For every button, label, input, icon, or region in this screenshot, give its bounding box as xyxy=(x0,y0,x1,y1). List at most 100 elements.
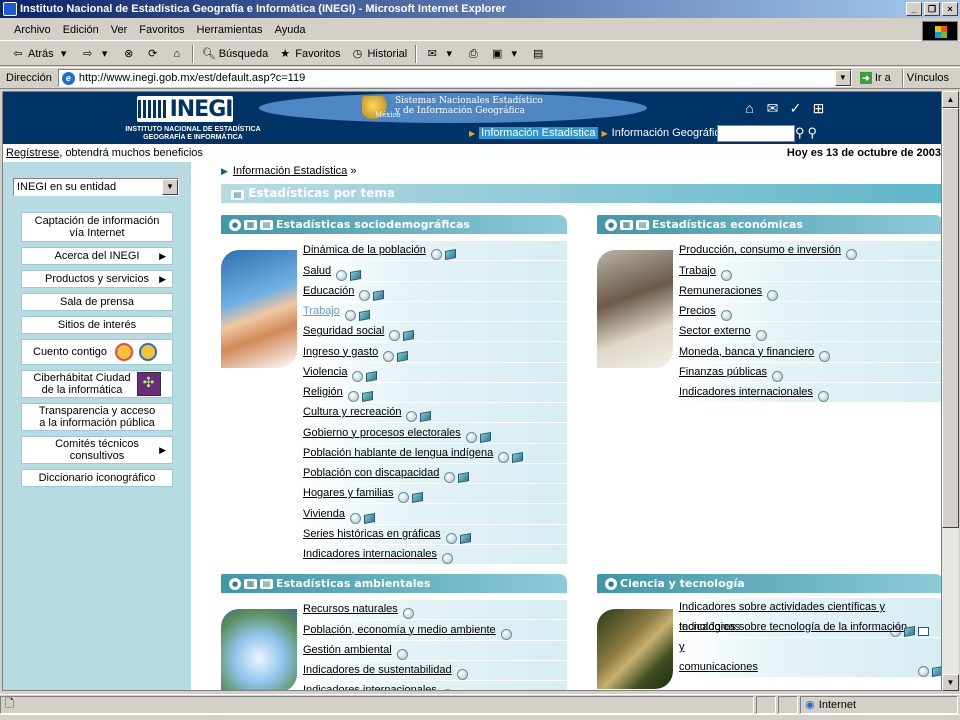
book-icon[interactable] xyxy=(458,472,470,483)
list-item[interactable]: Seguridad social xyxy=(299,321,567,343)
cd-icon[interactable] xyxy=(441,689,453,690)
list-item[interactable]: Trabajo xyxy=(299,301,567,322)
cd-icon[interactable] xyxy=(498,451,510,463)
check-icon[interactable]: ✓ xyxy=(787,100,804,117)
list-item-label[interactable]: Dinámica de la población xyxy=(303,240,426,260)
menu-herramientas[interactable]: Herramientas xyxy=(191,24,269,36)
list-item-label[interactable]: Series históricas en gráficas xyxy=(303,524,441,544)
list-item[interactable]: Indicadores internacionales xyxy=(299,680,567,690)
list-item-label[interactable]: Finanzas públicas xyxy=(679,362,767,382)
discuss-button[interactable]: ▤ xyxy=(526,47,550,61)
list-item[interactable]: Indicadores internacionales xyxy=(675,382,941,403)
cd-icon[interactable] xyxy=(767,289,779,301)
list-item-label[interactable]: Producción, consumo e inversión xyxy=(679,240,841,260)
list-item[interactable]: Producción, consumo e inversión xyxy=(675,240,941,262)
favorites-button[interactable]: ★ Favoritos xyxy=(273,47,345,61)
list-item[interactable]: Sector externo xyxy=(675,322,941,343)
links-button[interactable]: Vínculos xyxy=(907,72,949,84)
list-item-label[interactable]: Indicadores sobre tecnología de la infor… xyxy=(679,617,913,677)
list-item-label[interactable]: Seguridad social xyxy=(303,321,384,341)
cd-icon[interactable] xyxy=(755,330,767,342)
list-item[interactable]: Población, economía y medio ambiente xyxy=(299,620,567,641)
mail-icon[interactable]: ✉ xyxy=(764,100,781,117)
cd-icon[interactable] xyxy=(347,391,359,402)
print-button[interactable]: ⎙ xyxy=(461,47,485,61)
minimize-button[interactable]: _ xyxy=(906,2,922,16)
cd-icon[interactable] xyxy=(918,666,929,677)
list-item[interactable]: Indicadores de sustentabilidad xyxy=(299,660,567,681)
scroll-up-icon[interactable]: ▲ xyxy=(942,91,959,108)
book-icon[interactable] xyxy=(479,431,491,443)
close-button[interactable]: × xyxy=(942,2,958,16)
list-item[interactable]: Violencia xyxy=(299,362,567,383)
sidebar-item[interactable]: Ciberhábitat Ciudad de la informática ✣ xyxy=(21,370,173,398)
sidebar-item[interactable]: Cuento contigo xyxy=(21,339,173,365)
cd-icon[interactable] xyxy=(383,350,395,362)
list-item-label[interactable]: Indicadores internacionales xyxy=(303,680,437,690)
cd-icon[interactable] xyxy=(465,431,477,443)
list-item[interactable]: Ingreso y gasto xyxy=(299,342,567,363)
list-item-label[interactable]: Gobierno y procesos electorales xyxy=(303,423,461,443)
cd-icon[interactable] xyxy=(846,249,858,261)
menu-favoritos[interactable]: Favoritos xyxy=(133,24,190,36)
list-item[interactable]: Recursos naturales xyxy=(299,599,567,621)
search-button[interactable]: 🔍︎ Búsqueda xyxy=(197,47,274,61)
nav-informacion-geografica[interactable]: Información Geográfica xyxy=(612,127,726,139)
cd-icon[interactable] xyxy=(398,492,410,504)
refresh-button[interactable]: ⟳ xyxy=(141,47,165,61)
cd-icon[interactable] xyxy=(772,370,784,382)
list-item-label[interactable]: Trabajo xyxy=(303,301,340,321)
cd-icon[interactable] xyxy=(396,648,408,660)
sidebar-item[interactable]: Sala de prensa xyxy=(21,293,173,311)
list-item[interactable]: Educación xyxy=(299,281,567,302)
list-item[interactable]: Indicadores sobre tecnología de la infor… xyxy=(675,621,941,678)
book-icon[interactable] xyxy=(932,666,941,677)
list-item[interactable]: Población hablante de lengua indígena xyxy=(299,443,567,464)
list-item-label[interactable]: Vivienda xyxy=(303,504,345,524)
register-link[interactable]: Regístrese xyxy=(6,147,59,159)
menu-ayuda[interactable]: Ayuda xyxy=(269,24,312,36)
list-item-label[interactable]: Religión xyxy=(303,382,343,402)
book-icon[interactable] xyxy=(512,451,524,463)
cd-icon[interactable] xyxy=(336,269,348,281)
list-item[interactable]: Precios xyxy=(675,301,941,322)
cd-icon[interactable] xyxy=(456,669,468,680)
list-item[interactable]: Religión xyxy=(299,382,567,403)
sidebar-item[interactable]: Productos y servicios ▶ xyxy=(21,270,173,288)
list-item-label[interactable]: Gestión ambiental xyxy=(303,640,392,660)
vertical-scrollbar[interactable]: ▲ ▼ xyxy=(942,91,959,691)
list-item-label[interactable]: Violencia xyxy=(303,362,347,382)
sidebar-item[interactable]: Transparencia y acceso a la información … xyxy=(21,403,173,431)
scroll-down-icon[interactable]: ▼ xyxy=(942,674,959,691)
back-button[interactable]: ⇦ Atrás ▾ xyxy=(6,47,76,61)
list-item-label[interactable]: Población hablante de lengua indígena xyxy=(303,443,493,463)
history-button[interactable]: ◷ Historial xyxy=(345,47,412,61)
list-item[interactable]: Gobierno y procesos electorales xyxy=(299,423,567,444)
list-item-label[interactable]: Indicadores internacionales xyxy=(679,382,813,402)
list-item-label[interactable]: Precios xyxy=(679,301,716,321)
book-icon[interactable] xyxy=(397,350,409,362)
cd-icon[interactable] xyxy=(445,532,457,544)
cd-icon[interactable] xyxy=(406,411,418,423)
list-item[interactable]: Cultura y recreación xyxy=(299,403,567,424)
book-icon[interactable] xyxy=(358,310,370,321)
inegi-logo[interactable]: INEGI xyxy=(137,96,233,122)
book-icon[interactable] xyxy=(366,370,378,382)
cd-icon[interactable] xyxy=(720,310,732,321)
forward-button[interactable]: ⇨ ▾ xyxy=(76,47,117,61)
site-search-input[interactable] xyxy=(717,125,795,142)
menu-archivo[interactable]: Archivo xyxy=(8,24,57,36)
list-item[interactable]: Series históricas en gráficas xyxy=(299,524,567,545)
cd-icon[interactable] xyxy=(430,249,442,261)
sidebar-item[interactable]: Sitios de interés xyxy=(21,316,173,334)
list-item[interactable]: Vivienda xyxy=(299,504,567,525)
chevron-down-icon[interactable]: ▼ xyxy=(834,70,851,86)
edit-button[interactable]: ▣ ▾ xyxy=(485,47,526,61)
list-item-label[interactable]: Recursos naturales xyxy=(303,599,398,619)
table-icon[interactable] xyxy=(918,627,930,636)
sidebar-item[interactable]: Captación de información vía Internet xyxy=(21,212,173,242)
maximize-button[interactable]: ❐ xyxy=(924,2,940,16)
list-item-label[interactable]: Indicadores internacionales xyxy=(303,544,437,564)
list-item-label[interactable]: Indicadores de sustentabilidad xyxy=(303,660,452,680)
sidebar-item[interactable]: Diccionario iconográfico xyxy=(21,469,173,487)
